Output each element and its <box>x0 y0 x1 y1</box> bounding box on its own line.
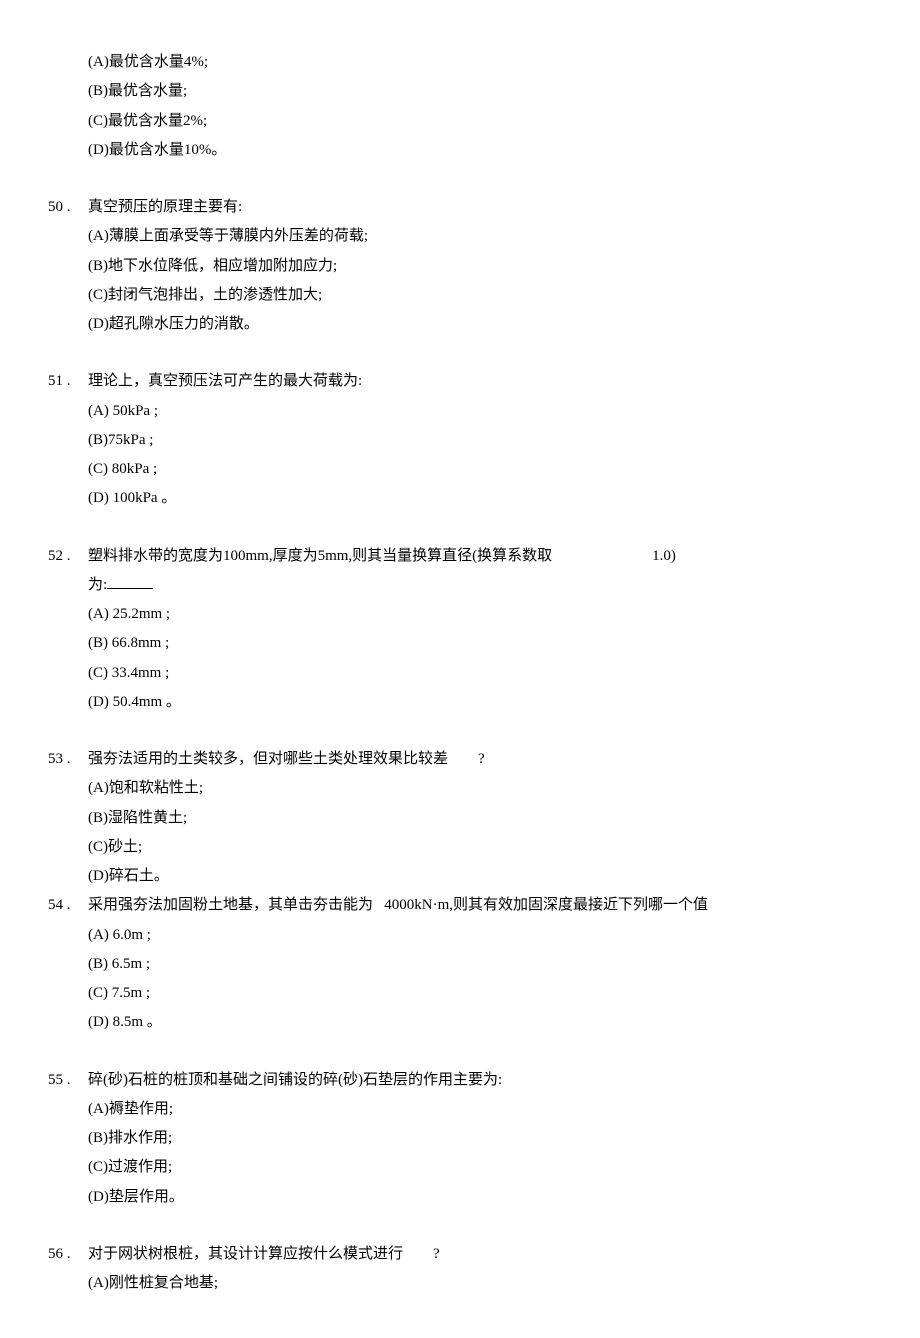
q54-stem-a: 采用强夯法加固粉土地基，其单击夯击能为 <box>88 897 373 913</box>
q54-number: 54 . <box>48 891 84 920</box>
q55-opt-a: (A)褥垫作用; <box>84 1095 860 1124</box>
q53-stem-tail: ? <box>478 751 485 767</box>
q52-opt-a: (A) 25.2mm ; <box>84 600 860 629</box>
q53-opt-b: (B)湿陷性黄土; <box>84 804 860 833</box>
q50-opt-d: (D)超孔隙水压力的消散。 <box>84 310 860 339</box>
q53-options: (A)饱和软粘性土; (B)湿陷性黄土; (C)砂土; (D)碎石土。 <box>84 774 860 891</box>
q54: 54 . 采用强夯法加固粉土地基，其单击夯击能为 4000kN·m,则其有效加固… <box>48 891 860 920</box>
q55-opt-b: (B)排水作用; <box>84 1124 860 1153</box>
q53-opt-d: (D)碎石土。 <box>84 862 860 891</box>
q54-opt-c: (C) 7.5m ; <box>84 979 860 1008</box>
q54-opt-a: (A) 6.0m ; <box>84 921 860 950</box>
q50: 50 . 真空预压的原理主要有: <box>48 193 860 222</box>
q52-options: (A) 25.2mm ; (B) 66.8mm ; (C) 33.4mm ; (… <box>84 600 860 717</box>
q51-stem: 理论上，真空预压法可产生的最大荷载为: <box>84 367 860 396</box>
q54-opt-d: (D) 8.5m 。 <box>84 1008 860 1037</box>
q53-stem: 强夯法适用的土类较多，但对哪些土类处理效果比较差 <box>88 751 448 767</box>
q49-options: (A)最优含水量4%; (B)最优含水量; (C)最优含水量2%; (D)最优含… <box>84 48 860 165</box>
q51-opt-b: (B)75kPa ; <box>84 426 860 455</box>
q53: 53 . 强夯法适用的土类较多，但对哪些土类处理效果比较差? <box>48 745 860 774</box>
q53-number: 53 . <box>48 745 84 774</box>
q56-number: 56 . <box>48 1240 84 1269</box>
q56: 56 . 对于网状树根桩，其设计计算应按什么模式进行? <box>48 1240 860 1269</box>
q52-stem-line1: 塑料排水带的宽度为100mm,厚度为5mm,则其当量换算直径(换算系数取 1.0) <box>84 542 860 571</box>
q51-number: 51 . <box>48 367 84 396</box>
q51-opt-c: (C) 80kPa ; <box>84 455 860 484</box>
q52-stem2-prefix: 为: <box>88 577 107 593</box>
q55-options: (A)褥垫作用; (B)排水作用; (C)过渡作用; (D)垫层作用。 <box>84 1095 860 1212</box>
q55: 55 . 碎(砂)石桩的桩顶和基础之间铺设的碎(砂)石垫层的作用主要为: <box>48 1066 860 1095</box>
q52-stem1: 塑料排水带的宽度为100mm,厚度为5mm,则其当量换算直径(换算系数取 <box>88 548 552 564</box>
q49-opt-b: (B)最优含水量; <box>84 77 860 106</box>
q54-opt-b: (B) 6.5m ; <box>84 950 860 979</box>
q52-opt-d: (D) 50.4mm 。 <box>84 688 860 717</box>
q50-stem: 真空预压的原理主要有: <box>84 193 860 222</box>
q51-options: (A) 50kPa ; (B)75kPa ; (C) 80kPa ; (D) 1… <box>84 397 860 514</box>
q56-options: (A)刚性桩复合地基; <box>84 1269 860 1298</box>
q56-opt-a: (A)刚性桩复合地基; <box>84 1269 860 1298</box>
q49-opt-d: (D)最优含水量10%。 <box>84 136 860 165</box>
q52-stem-line2: 为: <box>88 571 860 600</box>
q49-opt-c: (C)最优含水量2%; <box>84 107 860 136</box>
q52-blank <box>107 573 153 589</box>
q50-opt-a: (A)薄膜上面承受等于薄膜内外压差的荷载; <box>84 222 860 251</box>
q50-options: (A)薄膜上面承受等于薄膜内外压差的荷载; (B)地下水位降低，相应增加附加应力… <box>84 222 860 339</box>
q56-stem-wrap: 对于网状树根桩，其设计计算应按什么模式进行? <box>84 1240 860 1269</box>
q55-opt-d: (D)垫层作用。 <box>84 1183 860 1212</box>
q49-opt-a: (A)最优含水量4%; <box>84 48 860 77</box>
q51-opt-d: (D) 100kPa 。 <box>84 484 860 513</box>
q52-stem1-tail: 1.0) <box>652 548 676 564</box>
q52-opt-c: (C) 33.4mm ; <box>84 659 860 688</box>
q51-opt-a: (A) 50kPa ; <box>84 397 860 426</box>
q52-number: 52 . <box>48 542 84 571</box>
q56-stem: 对于网状树根桩，其设计计算应按什么模式进行 <box>88 1246 403 1262</box>
q54-stem-wrap: 采用强夯法加固粉土地基，其单击夯击能为 4000kN·m,则其有效加固深度最接近… <box>84 891 860 920</box>
q52: 52 . 塑料排水带的宽度为100mm,厚度为5mm,则其当量换算直径(换算系数… <box>48 542 860 571</box>
q52-opt-b: (B) 66.8mm ; <box>84 629 860 658</box>
q53-stem-wrap: 强夯法适用的土类较多，但对哪些土类处理效果比较差? <box>84 745 860 774</box>
q50-number: 50 . <box>48 193 84 222</box>
q51: 51 . 理论上，真空预压法可产生的最大荷载为: <box>48 367 860 396</box>
q50-opt-c: (C)封闭气泡排出，土的渗透性加大; <box>84 281 860 310</box>
q55-number: 55 . <box>48 1066 84 1095</box>
q55-opt-c: (C)过渡作用; <box>84 1153 860 1182</box>
q56-stem-tail: ? <box>433 1246 440 1262</box>
q53-opt-c: (C)砂土; <box>84 833 860 862</box>
q55-stem: 碎(砂)石桩的桩顶和基础之间铺设的碎(砂)石垫层的作用主要为: <box>84 1066 860 1095</box>
q54-options: (A) 6.0m ; (B) 6.5m ; (C) 7.5m ; (D) 8.5… <box>84 921 860 1038</box>
q50-opt-b: (B)地下水位降低，相应增加附加应力; <box>84 252 860 281</box>
q53-opt-a: (A)饱和软粘性土; <box>84 774 860 803</box>
q54-stem-b: 4000kN·m,则其有效加固深度最接近下列哪一个值 <box>384 897 708 913</box>
